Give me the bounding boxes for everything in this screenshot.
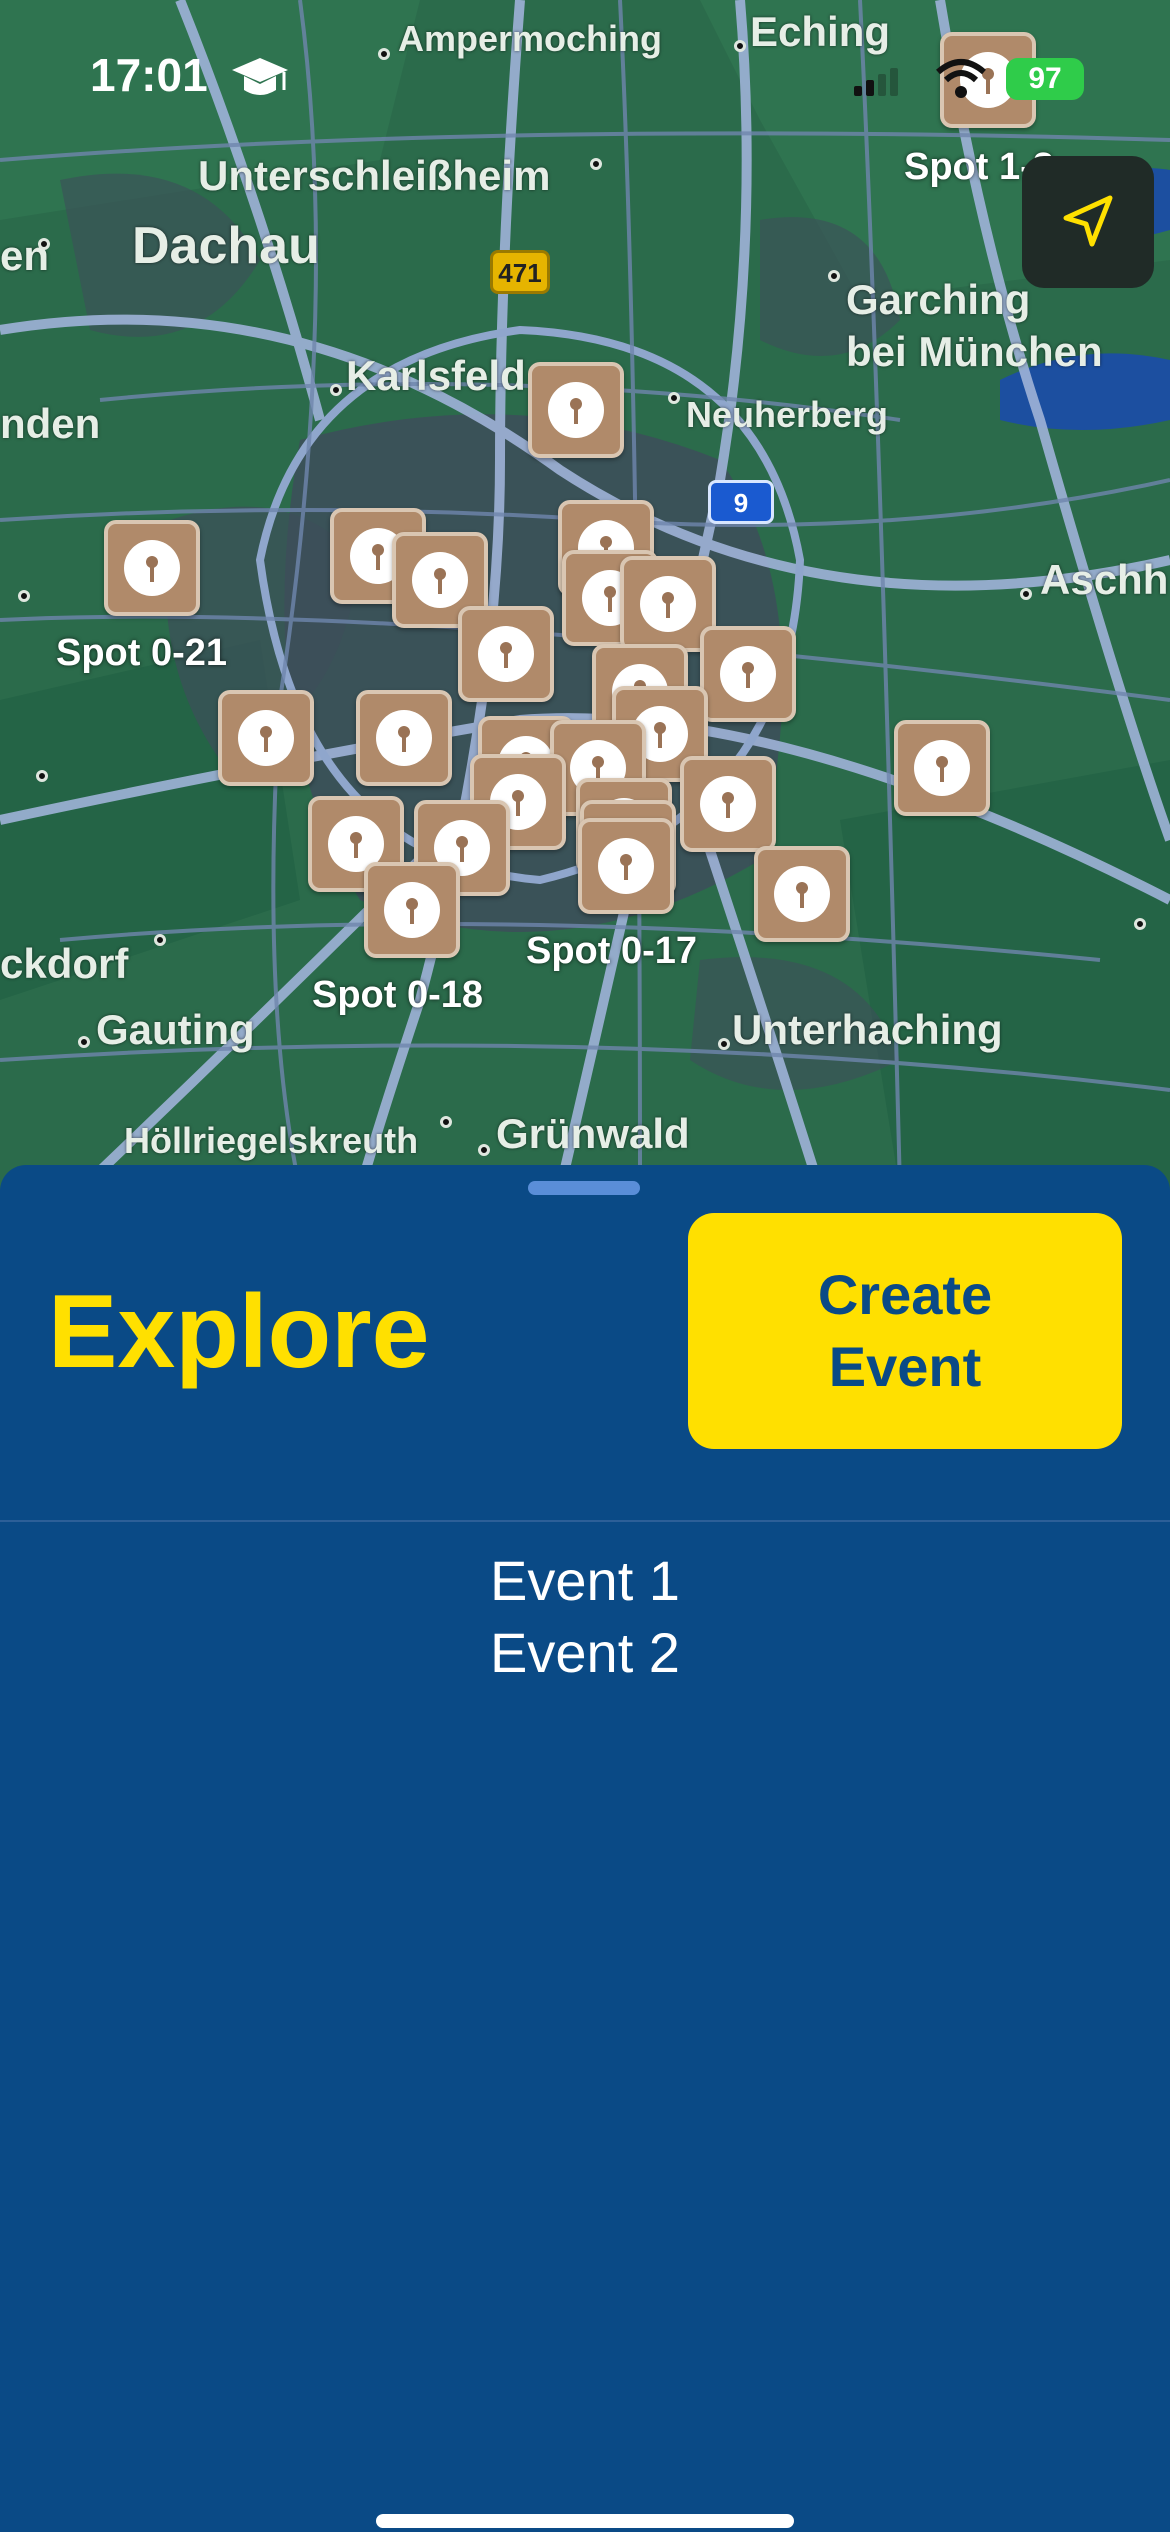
divider: [0, 1520, 1170, 1522]
map-pin-icon: [398, 726, 410, 752]
road-shield: 471: [490, 250, 550, 294]
place-dot: [78, 1036, 90, 1048]
place-label: Garching: [846, 276, 1031, 323]
map-pin-icon: [662, 592, 674, 618]
wifi-icon: [936, 59, 986, 98]
spot-label: Spot 0-17: [526, 930, 698, 972]
map-pin[interactable]: [894, 720, 990, 816]
place-label: Grünwald: [496, 1110, 690, 1157]
map-pin-icon: [500, 642, 512, 668]
place-dot: [1020, 588, 1032, 600]
place-label: nden: [0, 400, 101, 447]
place-dot: [828, 270, 840, 282]
map-pin[interactable]: [680, 756, 776, 852]
page-title: Explore: [48, 1274, 430, 1390]
place-dot: [590, 158, 602, 170]
locate-button[interactable]: [1022, 156, 1154, 288]
spot-label: Spot 0-21: [56, 632, 228, 674]
map-pin-icon: [742, 662, 754, 688]
place-label: Eching: [750, 8, 891, 55]
map-pin[interactable]: [104, 520, 200, 616]
place-label: Ampermoching: [398, 18, 663, 59]
map-pin-icon: [936, 756, 948, 782]
place-dot: [154, 934, 166, 946]
map-pin-icon: [722, 792, 734, 818]
place-label: Unterhaching: [732, 1006, 1003, 1053]
location-arrow-icon: [1063, 195, 1113, 247]
place-dot: [378, 48, 390, 60]
map-pin-icon: [796, 882, 808, 908]
app-screen: Ampermoching Eching Unterschleißheim Dac…: [0, 0, 1170, 2532]
road-shield: 9: [708, 480, 774, 524]
list-item[interactable]: Event 1: [0, 1545, 1170, 1617]
graduation-cap-icon: [232, 58, 288, 95]
bottom-sheet[interactable]: Explore Create Event Event 1 Event 2: [0, 1165, 1170, 2532]
map-pin-icon: [146, 556, 158, 582]
place-dot: [478, 1144, 490, 1156]
map-pin[interactable]: [356, 690, 452, 786]
map-pin-icon: [570, 398, 582, 424]
home-indicator: [376, 2514, 794, 2528]
sheet-grabber[interactable]: [528, 1181, 640, 1195]
map-pin-icon: [406, 898, 418, 924]
place-dot: [1134, 918, 1146, 930]
status-time: 17:01: [90, 49, 208, 101]
place-label: Gauting: [96, 1006, 255, 1053]
map-pin-icon: [620, 854, 632, 880]
map-pin[interactable]: [700, 626, 796, 722]
place-dot: [440, 1116, 452, 1128]
spot-label: Spot 0-18: [312, 974, 484, 1016]
map-pin[interactable]: [528, 362, 624, 458]
place-dot: [38, 238, 50, 250]
place-label: Höllriegelskreuth: [124, 1120, 419, 1161]
map-pin-icon: [434, 568, 446, 594]
map-pin[interactable]: [218, 690, 314, 786]
map-pin[interactable]: [364, 862, 460, 958]
place-dot: [734, 40, 746, 52]
place-label: Unterschleißheim: [198, 152, 551, 199]
place-label: Dachau: [132, 217, 320, 275]
place-dot: [668, 392, 680, 404]
place-label: Karlsfeld: [346, 352, 526, 399]
map-pin[interactable]: [458, 606, 554, 702]
battery-indicator: 97: [1006, 58, 1084, 100]
list-item[interactable]: Event 2: [0, 1617, 1170, 1689]
map-pin-icon: [260, 726, 272, 752]
signal-icon: [854, 68, 898, 96]
place-dot: [18, 590, 30, 602]
place-label: Neuherberg: [686, 394, 889, 435]
place-dot: [718, 1038, 730, 1050]
place-dot: [330, 384, 342, 396]
create-event-label: Create Event: [817, 1263, 993, 1398]
create-event-button[interactable]: Create Event: [688, 1213, 1122, 1449]
place-dot: [36, 770, 48, 782]
event-list: Event 1 Event 2: [0, 1545, 1170, 1689]
map-pin[interactable]: [754, 846, 850, 942]
place-label: ckdorf: [0, 940, 129, 987]
map-pin[interactable]: [578, 818, 674, 914]
place-label: Aschh: [1040, 556, 1169, 603]
map-view[interactable]: Ampermoching Eching Unterschleißheim Dac…: [0, 0, 1170, 1190]
place-label: bei München: [846, 328, 1103, 375]
